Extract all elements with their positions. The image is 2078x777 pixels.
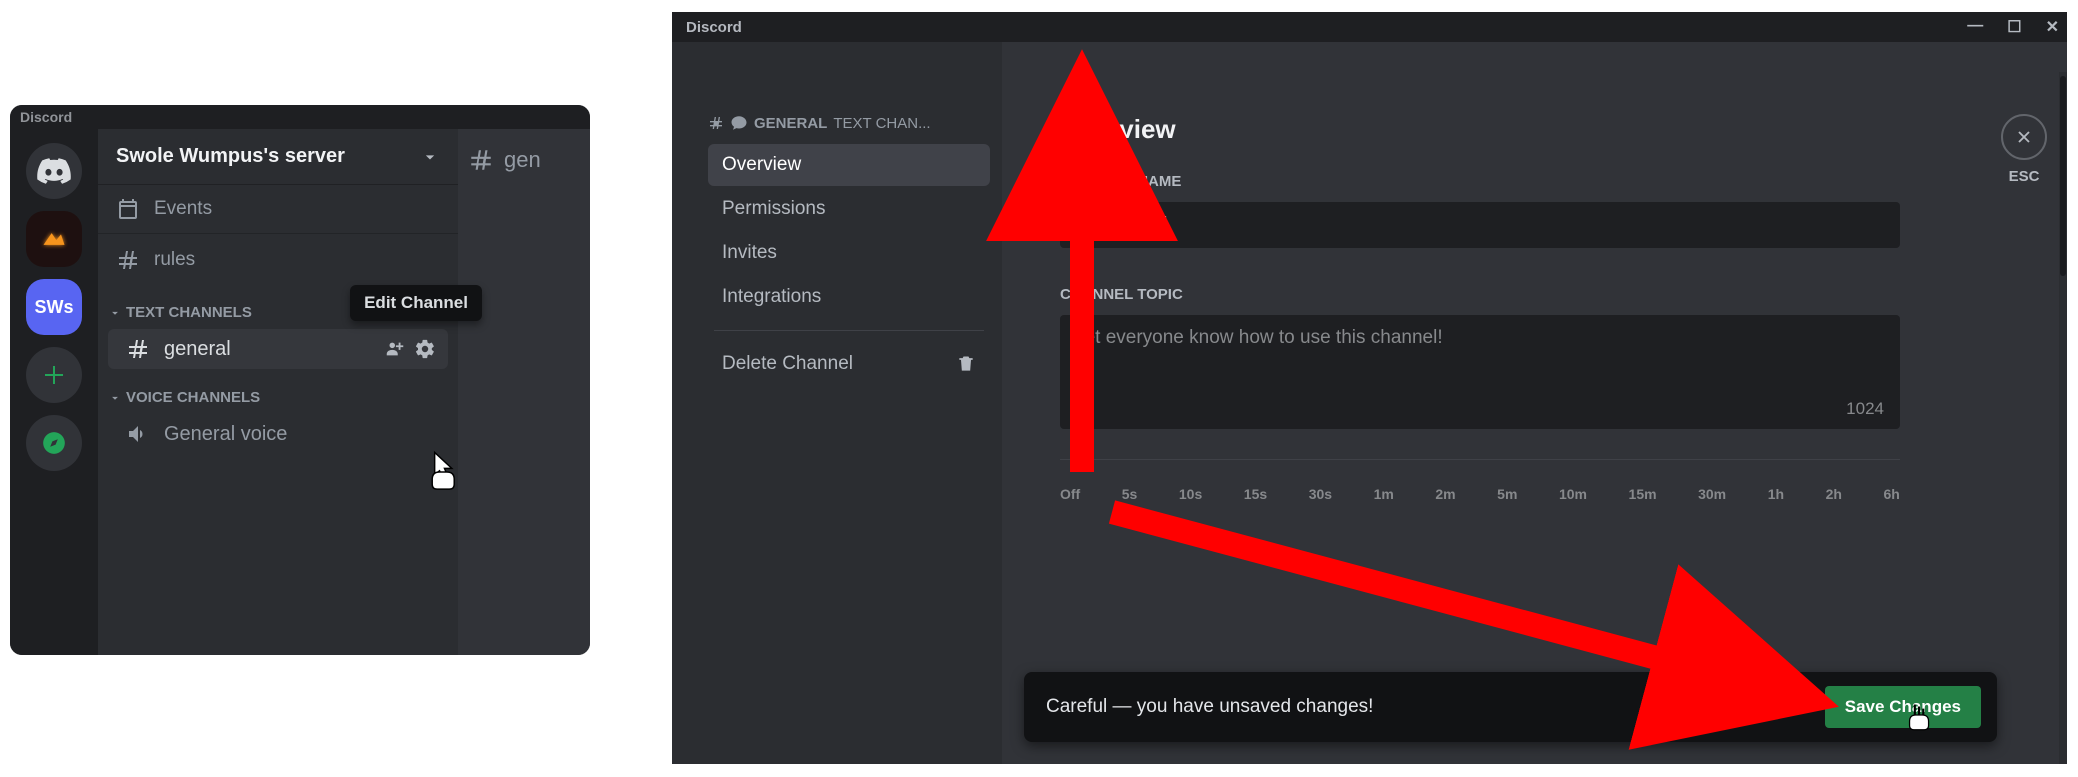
sidebar-item-delete-channel[interactable]: Delete Channel (708, 343, 990, 385)
category-voice[interactable]: VOICE CHANNELS (98, 371, 458, 412)
sidebar-item-permissions[interactable]: Permissions (708, 188, 990, 230)
char-count: 1024 (1846, 399, 1884, 419)
gear-icon[interactable] (414, 338, 436, 360)
crumb-channel: GENERAL (754, 115, 827, 132)
tick: 15s (1244, 486, 1267, 502)
server-header[interactable]: Swole Wumpus's server (98, 129, 458, 185)
discord-window-channel-settings: Discord — ☐ ✕ GENERAL TEXT CHAN... Overv… (672, 12, 2067, 764)
calendar-icon (116, 197, 140, 221)
chat-header-partial: gen (458, 129, 590, 655)
channel-name-label: CHANNEL NAME (1060, 173, 2009, 190)
save-changes-button[interactable]: Save Changes (1825, 686, 1981, 728)
page-title: Overview (1060, 114, 2009, 145)
tick: 1h (1768, 486, 1784, 502)
unsaved-changes-bar: Careful — you have unsaved changes! Rese… (1024, 672, 1997, 742)
events-label: Events (154, 198, 212, 220)
channel-topic-label: CHANNEL TOPIC (1060, 286, 2009, 303)
tick: 2h (1826, 486, 1842, 502)
scrollbar-thumb[interactable] (2060, 76, 2066, 276)
delete-label: Delete Channel (722, 353, 853, 375)
channel-topic-input[interactable]: 1024 (1060, 315, 1900, 429)
hash-icon (468, 147, 494, 173)
close-icon (2014, 127, 2034, 147)
close-settings[interactable]: ESC (2001, 114, 2047, 185)
tooltip-edit-channel: Edit Channel (350, 285, 482, 321)
app-title: Discord (686, 19, 742, 36)
trash-icon (956, 354, 976, 374)
server-button-active[interactable]: SWs (26, 279, 82, 335)
server-name: Swole Wumpus's server (116, 145, 345, 168)
close-label: ESC (2009, 168, 2040, 185)
tick: 30s (1309, 486, 1332, 502)
tick: 30m (1698, 486, 1726, 502)
sidebar-item-overview[interactable]: Overview (708, 144, 990, 186)
create-invite-icon[interactable] (384, 338, 406, 360)
channel-rules[interactable]: rules (98, 234, 458, 286)
channel-label: General voice (164, 423, 287, 446)
sidebar-item-invites[interactable]: Invites (708, 232, 990, 274)
tick: 10m (1559, 486, 1587, 502)
settings-sidebar: GENERAL TEXT CHAN... Overview Permission… (672, 42, 1002, 764)
breadcrumb: GENERAL TEXT CHAN... (708, 114, 990, 132)
chat-bubble-icon (730, 114, 748, 132)
add-server-button[interactable] (26, 347, 82, 403)
titlebar: Discord (10, 105, 590, 129)
hash-icon (126, 337, 150, 361)
reset-button[interactable]: Reset (1744, 687, 1824, 727)
category-label: VOICE CHANNELS (126, 389, 260, 406)
home-button[interactable] (26, 143, 82, 199)
events-row[interactable]: Events (98, 185, 458, 234)
discord-logo-icon (37, 158, 71, 184)
sidebar-item-integrations[interactable]: Integrations (708, 276, 990, 318)
chevron-down-icon (108, 306, 122, 320)
close-window-button[interactable]: ✕ (2046, 17, 2059, 37)
close-button[interactable] (2001, 114, 2047, 160)
tick: 5s (1122, 486, 1138, 502)
chevron-down-icon (108, 391, 122, 405)
channel-sidebar: Swole Wumpus's server Events rules TEXT … (98, 129, 458, 655)
maximize-button[interactable]: ☐ (2007, 17, 2021, 37)
window-controls: — ☐ ✕ (1967, 17, 2059, 37)
unsaved-text: Careful — you have unsaved changes! (1046, 696, 1744, 718)
chat-bubble-icon (1074, 215, 1094, 235)
tick: 6h (1883, 486, 1899, 502)
channel-label: general (164, 338, 231, 361)
tick: 15m (1629, 486, 1657, 502)
tick: 2m (1435, 486, 1455, 502)
chevron-down-icon (420, 147, 440, 167)
rules-label: rules (154, 249, 195, 271)
hash-icon (708, 115, 724, 131)
explore-button[interactable] (26, 415, 82, 471)
titlebar: Discord — ☐ ✕ (672, 12, 2067, 42)
divider (714, 330, 984, 331)
compass-icon (41, 430, 67, 456)
slowmode-ticks: Off 5s 10s 15s 30s 1m 2m 5m 10m 15m 30m … (1060, 486, 1900, 502)
tick: 5m (1497, 486, 1517, 502)
plus-icon (42, 363, 66, 387)
server-icon (37, 225, 71, 253)
crumb-suffix: TEXT CHAN... (833, 115, 930, 132)
category-label: TEXT CHANNELS (126, 304, 252, 321)
tick: 1m (1374, 486, 1394, 502)
channel-voice[interactable]: General voice (108, 414, 448, 454)
discord-window-server-view: Discord SWs Swole Wumpus's server (10, 105, 590, 655)
tick: 10s (1179, 486, 1202, 502)
tick: Off (1060, 486, 1080, 502)
chat-title-partial: gen (504, 147, 541, 173)
settings-main: Overview CHANNEL NAME CHANNEL TOPIC 1024… (1002, 42, 2067, 764)
server-button-1[interactable] (26, 211, 82, 267)
channel-name-field[interactable] (1104, 214, 1886, 236)
channel-topic-field[interactable] (1074, 327, 1886, 397)
scrollbar[interactable] (2059, 72, 2067, 764)
hash-icon (116, 248, 140, 272)
channel-general[interactable]: general Edit Channel (108, 329, 448, 369)
speaker-icon (126, 422, 150, 446)
divider (1060, 459, 1900, 460)
minimize-button[interactable]: — (1967, 17, 1983, 37)
server-rail: SWs (10, 129, 98, 655)
channel-name-input[interactable] (1060, 202, 1900, 248)
